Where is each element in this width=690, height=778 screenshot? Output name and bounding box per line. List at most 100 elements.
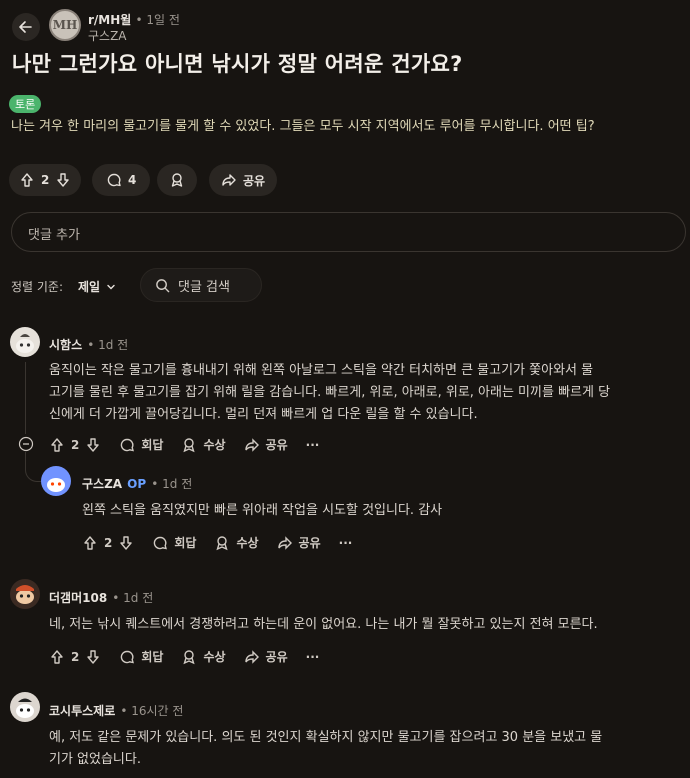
sort-value: 제일 [78,280,101,294]
reply-button[interactable]: 회답 [119,436,163,453]
search-comments-button[interactable]: 댓글 검색 [140,268,262,302]
vote-group: 2 [82,535,134,551]
snoo-avatar-icon [16,585,34,604]
comment-actions: 2 회답 수상 공유 ··· [49,436,337,453]
comment-author[interactable]: 코시투스제로 [49,704,115,718]
comment-actions: 2 회답 수상 공유 ··· [82,534,370,551]
comment-header: 더갬머108 • 1d 전 [49,587,153,606]
reply-button[interactable]: 회답 [119,648,163,665]
more-icon: ··· [305,649,320,664]
search-comments-label: 댓글 검색 [178,279,230,295]
comment-author[interactable]: 구스ZA [82,477,122,491]
share-button[interactable]: 공유 [209,164,278,196]
vote-count: 2 [71,437,80,452]
more-icon: ··· [305,437,320,452]
comment-time: • 16시간 전 [120,704,184,718]
reply-button[interactable]: 회답 [152,534,196,551]
snoo-avatar-icon [16,334,34,353]
downvote-icon[interactable] [85,437,101,453]
comment-time: • 1d 전 [87,338,129,352]
collapse-icon [18,436,34,452]
post-body: 나는 겨우 한 마리의 물고기를 물게 할 수 있었다. 그들은 모두 시작 지… [11,119,595,134]
more-options-button[interactable]: ··· [306,438,320,452]
subreddit-avatar[interactable]: MH [49,9,81,41]
award-button[interactable]: 수상 [181,648,226,665]
more-options-button[interactable]: ··· [339,536,353,550]
more-options-button[interactable]: ··· [306,650,320,664]
thread-line[interactable] [25,362,26,434]
comment-line: 신에게 더 가깝게 끌어당깁니다. 멀리 던져 빠르게 업 다운 릴을 할 수 … [49,407,478,422]
vote-group: 2 [49,649,101,665]
vote-count: 2 [41,173,50,187]
comment-line: 고기를 물린 후 물고기를 잡기 위해 릴을 감습니다. 빠르게, 위로, 아래… [49,385,611,400]
post-title: 나만 그런가요 아니면 낚시가 정말 어려운 건가요? [12,52,463,76]
vote-count: 2 [71,649,80,664]
share-label: 공유 [265,438,288,452]
collapse-button[interactable] [18,436,34,452]
snoo-avatar-icon [47,478,65,492]
award-label: 수상 [203,650,226,664]
comments-button[interactable]: 4 [92,164,151,196]
comment-body: 예, 저도 같은 문제가 있습니다. 의도 된 것인지 확실하지 않지만 물고기… [49,727,602,771]
award-icon [183,649,196,664]
comment-author[interactable]: 더갬머108 [49,591,107,605]
award-label: 수상 [203,438,226,452]
subreddit-label[interactable]: r/MH윌 [88,13,131,27]
share-label: 공유 [298,536,321,550]
upvote-icon[interactable] [19,172,35,188]
award-icon [171,173,183,187]
add-comment-input[interactable]: 댓글 추가 [11,212,686,252]
share-button[interactable]: 공유 [244,436,288,453]
award-icon [216,535,229,550]
comment-icon [121,650,135,663]
chevron-down-icon [107,284,115,289]
downvote-icon[interactable] [55,172,71,188]
snoo-avatar-icon [16,698,34,718]
comment-line: 움직이는 작은 물고기를 흉내내기 위해 왼쪽 아날로그 스틱을 약간 터치하면… [49,363,594,378]
share-label: 공유 [243,173,266,188]
award-button[interactable]: 수상 [181,436,226,453]
avatar[interactable] [10,692,40,722]
comment-body: 왼쪽 스틱을 움직였지만 빠른 위아래 작업을 시도할 것입니다. 감사 [82,500,442,522]
post-time: • 1일 전 [135,13,180,27]
comment-actions: 2 회답 수상 공유 ··· [49,648,337,665]
comment-header: 구스ZA OP • 1d 전 [82,473,192,492]
vote-count: 2 [104,535,113,550]
op-badge: OP [127,477,147,491]
vote-group: 2 [9,164,82,196]
comment-icon [121,438,135,451]
flair-badge[interactable]: 토론 [9,95,42,113]
upvote-icon[interactable] [82,535,98,551]
back-button[interactable] [12,13,40,41]
share-icon [277,535,292,550]
avatar[interactable] [10,579,40,609]
comment-line: 기가 없었습니다. [49,752,141,767]
search-icon [156,278,170,292]
comment-icon [154,536,168,549]
sort-dropdown[interactable]: 제일 [78,278,116,295]
sort-label: 정렬 기준: [11,280,64,294]
downvote-icon[interactable] [85,649,101,665]
upvote-icon[interactable] [49,649,65,665]
share-button[interactable]: 공유 [244,648,288,665]
comment-author[interactable]: 시함스 [49,338,82,352]
subreddit-name[interactable]: r/MH윌 • 1일 전 [88,11,180,28]
comment-icon [107,173,121,187]
share-button[interactable]: 공유 [277,534,321,551]
arrow-left-icon [19,21,32,33]
avatar[interactable] [41,466,71,496]
comment-count: 4 [128,173,137,187]
comment-header: 시함스 • 1d 전 [49,334,128,353]
award-button[interactable] [157,164,197,196]
post-author[interactable]: 구스ZA [88,27,127,44]
comment-body: 움직이는 작은 물고기를 흉내내기 위해 왼쪽 아날로그 스틱을 약간 터치하면… [49,360,610,426]
award-button[interactable]: 수상 [214,534,259,551]
more-icon: ··· [338,535,353,550]
reply-label: 회답 [141,438,164,452]
comment-line: 네, 저는 낚시 퀘스트에서 경쟁하려고 하는데 운이 없어요. 나는 내가 뭘… [49,617,598,632]
downvote-icon[interactable] [118,535,134,551]
upvote-icon[interactable] [49,437,65,453]
avatar[interactable] [10,327,40,357]
comment-line: 왼쪽 스틱을 움직였지만 빠른 위아래 작업을 시도할 것입니다. 감사 [82,503,443,518]
comment-line: 예, 저도 같은 문제가 있습니다. 의도 된 것인지 확실하지 않지만 물고기… [49,730,603,745]
